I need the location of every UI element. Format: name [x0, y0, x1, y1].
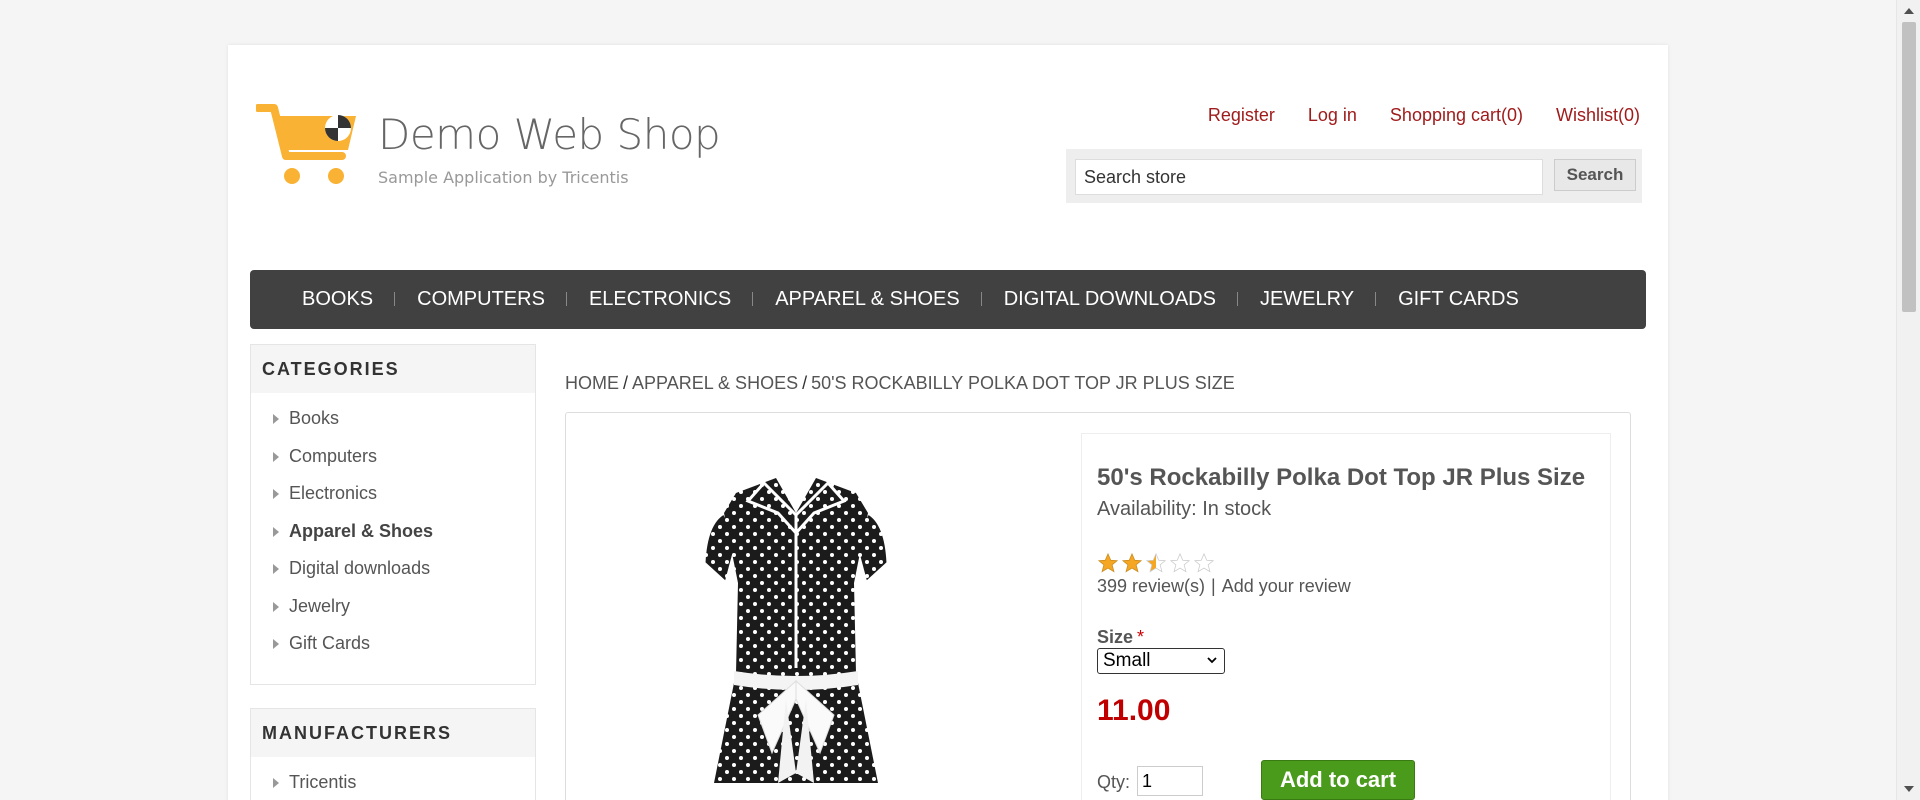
qty-input[interactable]: 1: [1137, 766, 1203, 796]
star-half-icon: [1145, 552, 1167, 573]
categories-title: CATEGORIES: [251, 345, 535, 393]
manufacturer-item-tricentis[interactable]: Tricentis: [251, 769, 535, 800]
nav-item-apparel-shoes[interactable]: APPAREL & SHOES: [753, 288, 982, 311]
breadcrumb-separator: /: [802, 373, 808, 393]
product-name: 50's Rockabilly Polka Dot Top JR Plus Si…: [1097, 464, 1586, 491]
product-details: 50's Rockabilly Polka Dot Top JR Plus Si…: [565, 412, 1631, 800]
scrollbar-thumb[interactable]: [1902, 22, 1916, 312]
top-menu: BOOKS COMPUTERS ELECTRONICS APPAREL & SH…: [250, 270, 1646, 329]
login-link[interactable]: Log in: [1308, 105, 1357, 126]
manufacturers-block: MANUFACTURERS Tricentis: [250, 708, 536, 800]
categories-block: CATEGORIES Books Computers Electronics A…: [250, 344, 536, 685]
cart-logo-icon: [256, 104, 356, 184]
category-item-electronics[interactable]: Electronics: [251, 480, 535, 518]
star-empty-icon: [1169, 552, 1191, 573]
product-price: 11.00: [1097, 694, 1171, 727]
category-item-jewelry[interactable]: Jewelry: [251, 593, 535, 631]
product-overview: 50's Rockabilly Polka Dot Top JR Plus Si…: [1081, 433, 1611, 800]
breadcrumb: HOME / APPAREL & SHOES/50'S ROCKABILLY POL…: [565, 373, 1235, 394]
category-item-books[interactable]: Books: [251, 405, 535, 443]
breadcrumb-separator: /: [623, 373, 629, 393]
nav-item-digital-downloads[interactable]: DIGITAL DOWNLOADS: [982, 288, 1239, 311]
required-mark: *: [1137, 627, 1145, 647]
product-image[interactable]: [646, 453, 946, 783]
page-container: Demo Web Shop Sample Application by Tric…: [228, 45, 1668, 800]
register-link[interactable]: Register: [1208, 105, 1275, 126]
rating-stars: [1097, 552, 1215, 574]
size-selected-value: Small: [1103, 650, 1151, 671]
shopping-cart-link[interactable]: Shopping cart(0): [1390, 105, 1523, 126]
nav-item-electronics[interactable]: ELECTRONICS: [567, 288, 754, 311]
size-label-text: Size: [1097, 627, 1134, 647]
availability-status: Availability: In stock: [1097, 498, 1272, 520]
search-input[interactable]: Search store: [1075, 159, 1543, 195]
logo-subtitle: Sample Application by Tricentis: [378, 168, 629, 187]
category-item-digital-downloads[interactable]: Digital downloads: [251, 555, 535, 593]
reviews-count-link[interactable]: 399 review(s): [1097, 576, 1205, 596]
search-box: Search store Search: [1066, 149, 1642, 203]
size-label: Size *: [1097, 627, 1144, 648]
star-full-icon: [1097, 552, 1119, 573]
category-item-gift-cards[interactable]: Gift Cards: [251, 630, 535, 668]
site-logo[interactable]: Demo Web Shop Sample Application by Tric…: [256, 100, 721, 200]
nav-item-jewelry[interactable]: JEWELRY: [1238, 288, 1377, 311]
reviews-line: 399 review(s) | Add your review: [1097, 576, 1351, 597]
manufacturers-list: Tricentis: [251, 757, 535, 800]
header-links: Register Log in Shopping cart(0) Wishlis…: [1208, 105, 1640, 126]
search-button[interactable]: Search: [1554, 159, 1636, 191]
breadcrumb-home[interactable]: HOME: [565, 373, 619, 393]
category-item-computers[interactable]: Computers: [251, 443, 535, 481]
scroll-down-arrow-icon[interactable]: [1904, 786, 1914, 792]
categories-list: Books Computers Electronics Apparel & Sh…: [251, 393, 535, 676]
add-to-cart-button[interactable]: Add to cart: [1261, 760, 1415, 800]
star-empty-icon: [1193, 552, 1215, 573]
manufacturers-title: MANUFACTURERS: [251, 709, 535, 757]
nav-item-books[interactable]: BOOKS: [280, 288, 396, 311]
qty-label: Qty:: [1097, 772, 1131, 792]
breadcrumb-category[interactable]: APPAREL & SHOES: [632, 373, 798, 393]
breadcrumb-current: 50'S ROCKABILLY POLKA DOT TOP JR PLUS SI…: [811, 373, 1235, 393]
chevron-down-icon: [1207, 657, 1217, 664]
star-full-icon: [1121, 552, 1143, 573]
nav-item-gift-cards[interactable]: GIFT CARDS: [1376, 288, 1541, 311]
add-review-link[interactable]: Add your review: [1222, 576, 1351, 596]
reviews-separator: |: [1211, 576, 1216, 596]
wishlist-link[interactable]: Wishlist(0): [1556, 105, 1640, 126]
page-scrollbar[interactable]: [1896, 0, 1920, 800]
size-select[interactable]: Small: [1097, 648, 1225, 674]
category-item-apparel-shoes[interactable]: Apparel & Shoes: [251, 518, 535, 556]
nav-item-computers[interactable]: COMPUTERS: [395, 288, 567, 311]
logo-title: Demo Web Shop: [378, 110, 721, 159]
scroll-up-arrow-icon[interactable]: [1904, 8, 1914, 14]
